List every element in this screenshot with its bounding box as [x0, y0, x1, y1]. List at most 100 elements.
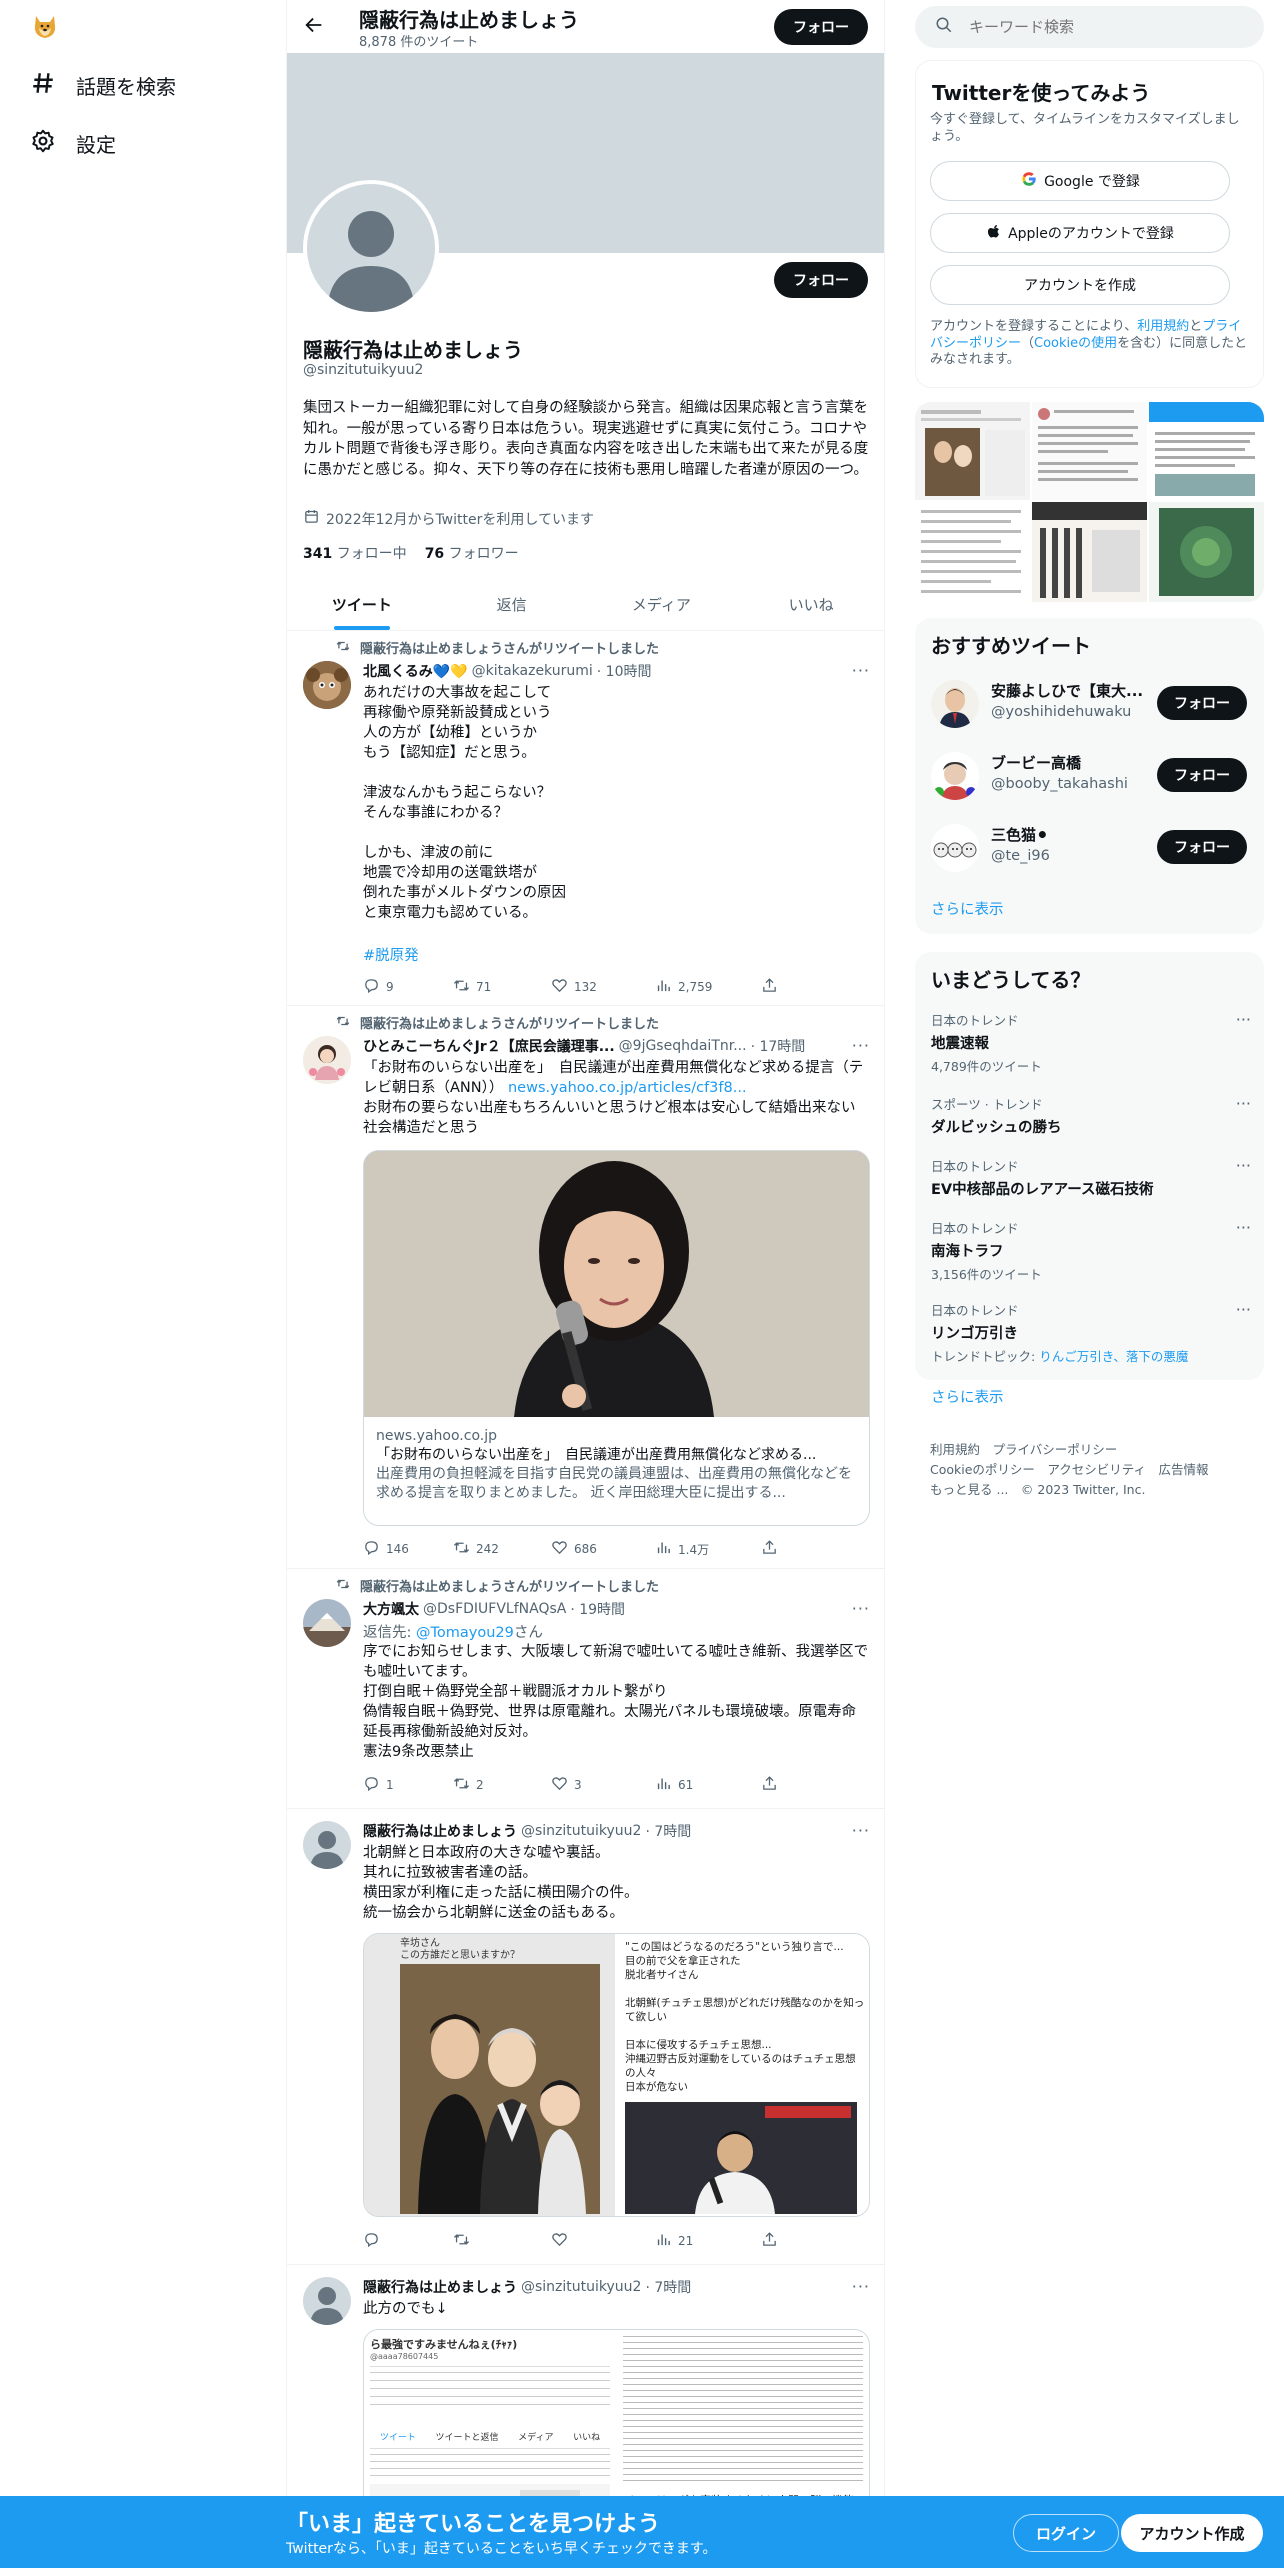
recommended-user[interactable]: 安藤よしひで【東大... @yoshihidehuwaku フォロー — [931, 674, 1251, 736]
avatar[interactable] — [931, 824, 979, 872]
recommended-follow-button[interactable]: フォロー — [1157, 830, 1247, 864]
trend-item[interactable]: 日本のトレンド 南海トラフ 3,156件のツイート ··· — [931, 1218, 1251, 1283]
tab-likes[interactable]: いいね — [736, 578, 884, 630]
like-button[interactable]: 132 — [551, 977, 655, 997]
retweet-button[interactable] — [453, 2231, 551, 2251]
profile-media-grid[interactable] — [915, 402, 1264, 602]
views-button[interactable]: 61 — [655, 1775, 761, 1795]
recommended-follow-button[interactable]: フォロー — [1157, 758, 1247, 792]
tweet-media[interactable]: 辛坊さん この方誰だと思いますか？ "この国はどうなるのだろう"という独り言で.… — [363, 1933, 870, 2217]
more-options-icon[interactable]: ··· — [1236, 1010, 1251, 1029]
retweet-button[interactable]: 71 — [453, 977, 551, 997]
avatar[interactable] — [931, 752, 979, 800]
tweet-time[interactable]: · 10時間 — [597, 661, 652, 681]
tweet-author-handle[interactable]: @kitakazekurumi — [472, 663, 593, 679]
views-button[interactable]: 1.4万 — [655, 1539, 761, 1559]
more-options-icon[interactable]: ··· — [852, 1036, 870, 1055]
footer-line[interactable]: Cookieのポリシー アクセシビリティ 広告情報 — [930, 1460, 1209, 1480]
avatar[interactable] — [931, 680, 979, 728]
signup-button[interactable]: アカウント作成 — [1121, 2514, 1263, 2552]
media-thumbnail[interactable] — [1149, 502, 1264, 602]
more-options-icon[interactable]: ··· — [852, 1821, 870, 1840]
like-button[interactable]: 3 — [551, 1775, 655, 1795]
trend-item[interactable]: スポーツ · トレンド ダルビッシュの勝ち ··· — [931, 1094, 1251, 1137]
reply-to-handle[interactable]: @Tomayou29 — [416, 1625, 514, 1641]
tweet-author-name[interactable]: ひとみこーちんぐJr２【庶民会議理事... — [363, 1036, 615, 1056]
doge-logo-icon[interactable] — [32, 12, 58, 40]
share-button[interactable] — [761, 2231, 778, 2251]
avatar[interactable] — [303, 2277, 351, 2325]
media-image[interactable]: 辛坊さん この方誰だと思いますか？ — [364, 1934, 617, 2216]
share-button[interactable] — [761, 977, 778, 997]
tweet-author-name[interactable]: 隠蔽行為は止めましょう — [363, 1821, 517, 1841]
tweet[interactable]: 隠蔽行為は止めましょうさんがリツイートしました ひとみこーちんぐJr２【庶民会議… — [287, 1006, 884, 1569]
tweet[interactable]: 隠蔽行為は止めましょうさんがリツイートしました 大方颯太 @DsFDIUFVLf… — [287, 1569, 884, 1809]
back-arrow-icon[interactable] — [303, 14, 325, 40]
tweet-time[interactable]: · 19時間 — [570, 1599, 625, 1619]
tweet-author-handle[interactable]: @sinzitutuikyuu2 — [521, 1823, 641, 1839]
nav-settings[interactable]: 設定 — [30, 128, 116, 159]
tweet-time[interactable]: · 7時間 — [645, 2277, 691, 2297]
tweet-author-handle[interactable]: @sinzitutuikyuu2 — [521, 2279, 641, 2295]
like-button[interactable]: 686 — [551, 1539, 655, 1559]
article-link[interactable]: news.yahoo.co.jp/articles/cf3f8... — [508, 1080, 747, 1096]
reply-button[interactable] — [363, 2231, 453, 2251]
recommended-user[interactable]: ブービー高橋 @booby_takahashi フォロー — [931, 746, 1251, 808]
tweet-author-name[interactable]: 隠蔽行為は止めましょう — [363, 2277, 517, 2297]
reply-button[interactable]: 1 — [363, 1775, 453, 1795]
apple-signup-button[interactable]: Appleのアカウントで登録 — [930, 213, 1230, 253]
create-account-button[interactable]: アカウントを作成 — [930, 265, 1230, 305]
footer-line[interactable]: 利用規約 プライバシーポリシー — [930, 1440, 1209, 1460]
followers-link[interactable]: 76 フォロワー — [425, 543, 519, 563]
link-card[interactable]: news.yahoo.co.jp 「お財布のいらない出産を」 自民議連が出産費用… — [363, 1150, 870, 1526]
more-options-icon[interactable]: ··· — [1236, 1300, 1251, 1319]
reply-button[interactable]: 9 — [363, 977, 453, 997]
tweet-author-handle[interactable]: @9jGseqhdaiTnr... — [619, 1038, 747, 1054]
like-button[interactable] — [551, 2231, 655, 2251]
tweet[interactable]: 隠蔽行為は止めましょうさんがリツイートしました 北風くるみ💙💛 @kitakaz… — [287, 631, 884, 1006]
tab-tweets[interactable]: ツイート — [287, 578, 437, 630]
tweet[interactable]: 隠蔽行為は止めましょう @sinzitutuikyuu2 · 7時間 ··· 北… — [287, 1809, 884, 2265]
trend-item[interactable]: 日本のトレンド EV中核部品のレアアース磁石技術 ··· — [931, 1156, 1251, 1199]
tweet-time[interactable]: · 7時間 — [645, 1821, 691, 1841]
more-options-icon[interactable]: ··· — [1236, 1156, 1251, 1175]
media-thumbnail[interactable] — [1032, 402, 1147, 500]
profile-follow-button[interactable]: フォロー — [774, 262, 868, 298]
media-image[interactable]: "この国はどうなるのだろう"という独り言で... 目の前で父を拿正された 脱北者… — [617, 1934, 869, 2216]
recommended-follow-button[interactable]: フォロー — [1157, 686, 1247, 720]
hashtag-link[interactable]: #脱原発 — [363, 944, 419, 965]
media-thumbnail[interactable] — [915, 402, 1030, 500]
profile-avatar[interactable] — [303, 180, 439, 316]
tab-replies[interactable]: 返信 — [437, 578, 587, 630]
nav-explore[interactable]: 話題を検索 — [30, 70, 176, 101]
views-button[interactable]: 21 — [655, 2231, 761, 2251]
more-options-icon[interactable]: ··· — [1236, 1094, 1251, 1113]
trend-topic-links[interactable]: りんご万引き、落下の悪魔 — [1039, 1349, 1188, 1364]
header-follow-button[interactable]: フォロー — [774, 9, 868, 45]
retweet-button[interactable]: 2 — [453, 1775, 551, 1795]
cookie-link[interactable]: Cookieの使用 — [1034, 336, 1117, 351]
avatar[interactable] — [303, 1036, 351, 1084]
reply-button[interactable]: 146 — [363, 1539, 453, 1559]
login-button[interactable]: ログイン — [1013, 2514, 1119, 2552]
trends-show-more[interactable]: さらに表示 — [931, 1386, 1004, 1407]
more-options-icon[interactable]: ··· — [852, 1599, 870, 1618]
media-thumbnail[interactable] — [915, 502, 1030, 602]
share-button[interactable] — [761, 1539, 778, 1559]
share-button[interactable] — [761, 1775, 778, 1795]
trend-item[interactable]: 日本のトレンド リンゴ万引き トレンドトピック: りんご万引き、落下の悪魔 ··… — [931, 1300, 1251, 1365]
google-signup-button[interactable]: Google で登録 — [930, 161, 1230, 201]
avatar[interactable] — [303, 1821, 351, 1869]
views-button[interactable]: 2,759 — [655, 977, 761, 997]
tweet-author-handle[interactable]: @DsFDIUFVLfNAQsA — [423, 1601, 566, 1617]
recommended-user[interactable]: 三色猫⚫ @te_i96 フォロー — [931, 818, 1251, 880]
following-link[interactable]: 341 フォロー中 — [303, 543, 407, 563]
tweet-time[interactable]: · 17時間 — [751, 1036, 806, 1056]
media-thumbnail[interactable] — [1149, 402, 1264, 500]
terms-link[interactable]: 利用規約 — [1137, 319, 1189, 334]
trend-item[interactable]: 日本のトレンド 地震速報 4,789件のツイート ··· — [931, 1010, 1251, 1075]
more-options-icon[interactable]: ··· — [852, 661, 870, 680]
avatar[interactable] — [303, 1599, 351, 1647]
tab-media[interactable]: メディア — [587, 578, 737, 630]
more-options-icon[interactable]: ··· — [852, 2277, 870, 2296]
